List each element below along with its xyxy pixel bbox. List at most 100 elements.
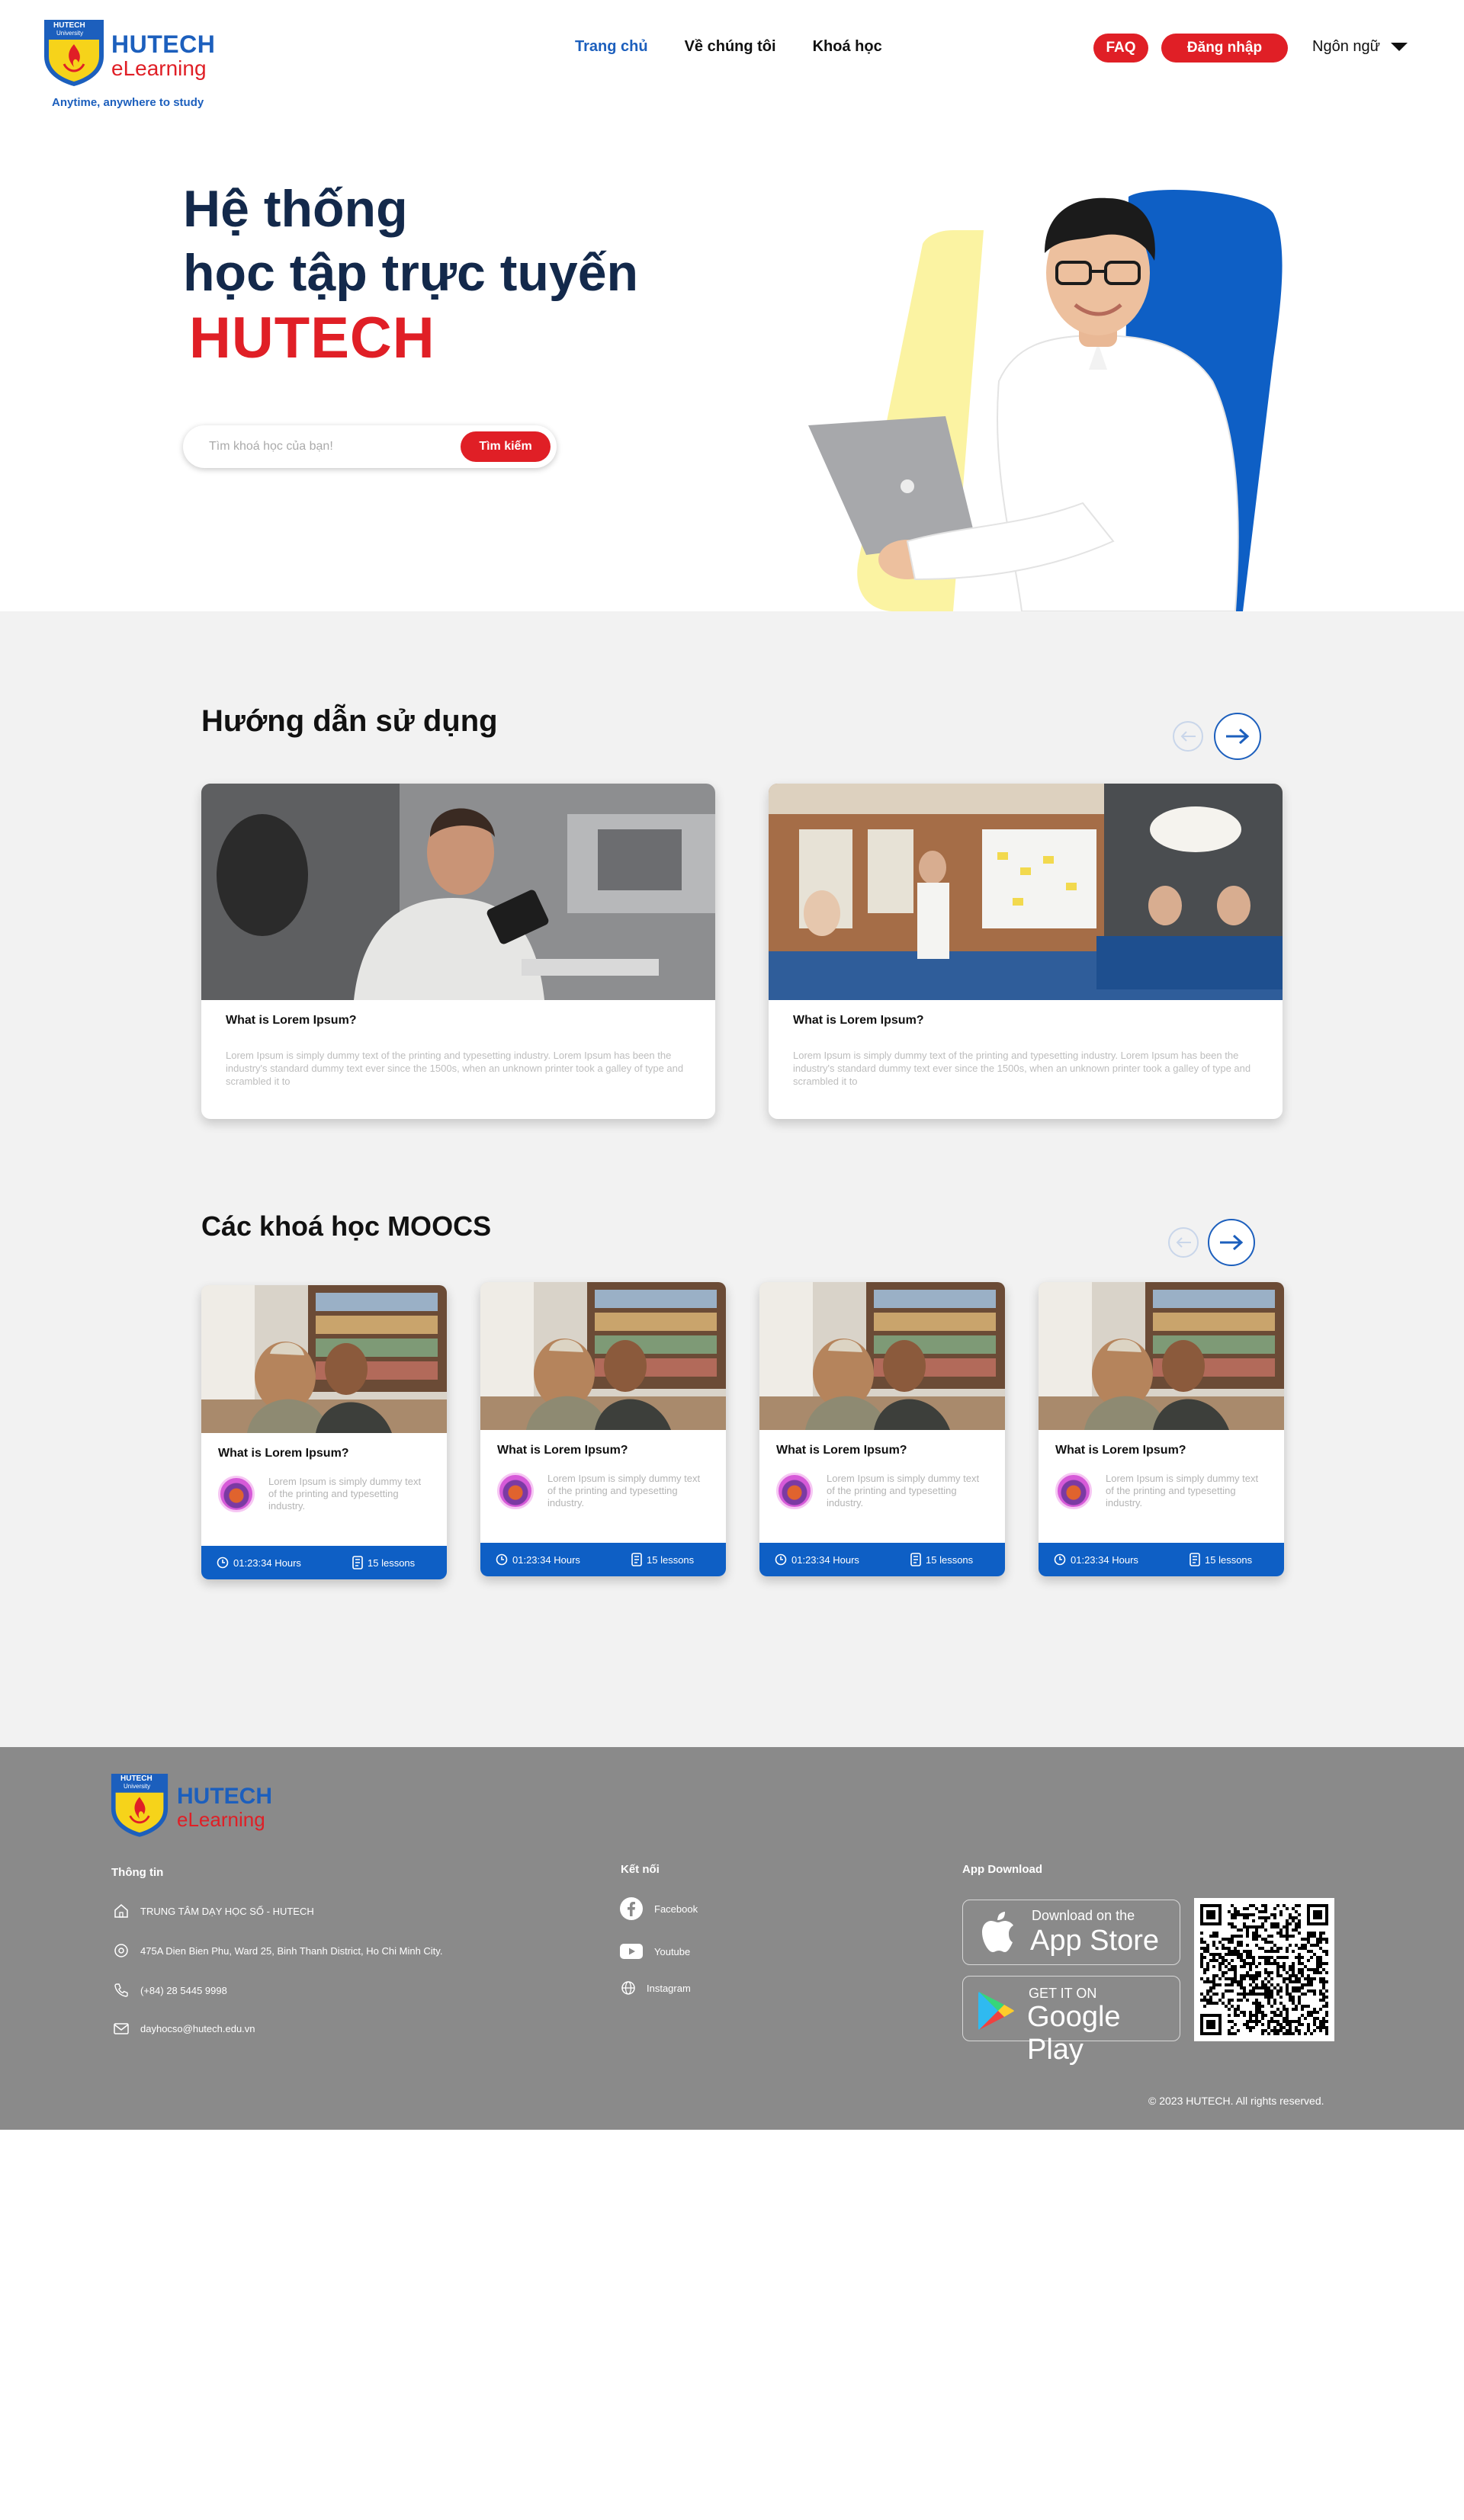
google-play-big-text: Google Play	[1027, 2001, 1121, 2066]
course-card-text: Lorem Ipsum is simply dummy text of the …	[827, 1473, 980, 1508]
course-card-image	[201, 1285, 447, 1433]
login-button[interactable]: Đăng nhập	[1161, 34, 1288, 63]
arrow-right-icon	[1226, 728, 1250, 745]
course-card-text: Lorem Ipsum is simply dummy text of the …	[547, 1473, 701, 1508]
lessons-icon	[1190, 1553, 1200, 1566]
clock-icon	[217, 1557, 229, 1569]
guide-card-image	[201, 784, 715, 1000]
logo-tagline: Anytime, anywhere to study	[52, 96, 204, 109]
footer-info-heading: Thông tin	[111, 1866, 164, 1879]
moocs-prev-button[interactable]	[1168, 1227, 1199, 1258]
course-meta-bar: 01:23:34 Hours 15 lessons	[759, 1543, 1005, 1576]
guide-card-text: Lorem Ipsum is simply dummy text of the …	[793, 1050, 1251, 1087]
footer-logo-badge-line2: University	[124, 1783, 151, 1790]
google-play-button[interactable]: GET IT ON Google Play	[962, 1976, 1180, 2066]
globe-icon	[621, 1981, 635, 1995]
caret-down-icon	[1391, 43, 1408, 51]
course-meta-bar: 01:23:34 Hours 15 lessons	[201, 1546, 447, 1579]
course-duration-text: 01:23:34 Hours	[512, 1553, 580, 1566]
course-card[interactable]: What is Lorem Ipsum? Lorem Ipsum is simp…	[201, 1285, 447, 1579]
hutech-logo[interactable]: HUTECH University HUTECH eLearning Anyti…	[43, 17, 218, 116]
app-store-big-text: App Store	[1030, 1925, 1159, 1957]
logo-hutech-text: HUTECH	[111, 30, 216, 58]
course-duration: 01:23:34 Hours	[1054, 1553, 1138, 1566]
footer-center: TRUNG TÂM DẠY HỌC SỐ - HUTECH	[113, 1903, 314, 1919]
moocs-section-title: Các khoá học MOOCS	[201, 1210, 492, 1242]
guide-card-text: Lorem Ipsum is simply dummy text of the …	[226, 1050, 684, 1087]
hero-student-illustration	[808, 190, 1283, 611]
language-label: Ngôn ngữ	[1312, 38, 1381, 55]
guide-card-image	[769, 784, 1283, 1000]
site-footer: HUTECH University HUTECH eLearning Thông…	[0, 1747, 1464, 2130]
footer-app-heading: App Download	[962, 1863, 1042, 1876]
arrow-left-icon	[1176, 1237, 1191, 1248]
youtube-link[interactable]: Youtube	[619, 1942, 690, 1961]
qr-code-image[interactable]	[1194, 1898, 1334, 2041]
clock-icon	[1054, 1553, 1066, 1566]
hero-title: Hệ thống học tập trực tuyến	[183, 177, 638, 305]
copyright-text: © 2023 HUTECH. All rights reserved.	[1148, 2095, 1324, 2107]
guide-next-button[interactable]	[1214, 713, 1261, 760]
instagram-label: Instagram	[647, 1982, 691, 1994]
instructor-avatar	[218, 1476, 255, 1512]
footer-logo[interactable]: HUTECH University HUTECH eLearning	[110, 1770, 285, 1843]
footer-logo-badge-line1: HUTECH	[120, 1775, 152, 1783]
footer-logo-hutech: HUTECH	[177, 1784, 272, 1809]
footer-phone-text: (+84) 28 5445 9998	[140, 1984, 227, 1996]
course-meta-bar: 01:23:34 Hours 15 lessons	[1039, 1543, 1284, 1576]
course-card[interactable]: What is Lorem Ipsum? Lorem Ipsum is simp…	[1039, 1282, 1284, 1576]
course-duration-text: 01:23:34 Hours	[791, 1553, 859, 1566]
guide-card-title: What is Lorem Ipsum?	[226, 1014, 357, 1027]
course-duration-text: 01:23:34 Hours	[233, 1557, 301, 1569]
footer-logo-elearning: eLearning	[177, 1808, 265, 1831]
course-duration: 01:23:34 Hours	[775, 1553, 859, 1566]
youtube-label: Youtube	[654, 1945, 691, 1957]
instructor-avatar	[497, 1473, 534, 1509]
lessons-icon	[352, 1556, 363, 1569]
guide-card-title: What is Lorem Ipsum?	[793, 1014, 924, 1027]
course-card-title: What is Lorem Ipsum?	[497, 1444, 628, 1457]
course-duration: 01:23:34 Hours	[217, 1557, 301, 1569]
course-lessons: 15 lessons	[631, 1553, 694, 1566]
course-lessons: 15 lessons	[910, 1553, 973, 1566]
arrow-left-icon	[1180, 731, 1196, 742]
instagram-link[interactable]: Instagram	[621, 1980, 691, 1996]
guide-card[interactable]: What is Lorem Ipsum? Lorem Ipsum is simp…	[201, 784, 715, 1119]
faq-button[interactable]: FAQ	[1093, 34, 1148, 63]
home-icon	[114, 1904, 128, 1918]
language-selector[interactable]: Ngôn ngữ	[1312, 38, 1408, 56]
footer-address-text: 475A Dien Bien Phu, Ward 25, Binh Thanh …	[140, 1945, 443, 1957]
guide-prev-button[interactable]	[1173, 721, 1203, 752]
course-search: Tìm kiếm	[183, 425, 557, 468]
course-duration-text: 01:23:34 Hours	[1071, 1553, 1138, 1566]
nav-item-home[interactable]: Trang chủ	[575, 38, 648, 56]
guide-section-title: Hướng dẫn sử dụng	[201, 704, 498, 738]
hero-brand: HUTECH	[189, 306, 435, 370]
instructor-avatar	[776, 1473, 813, 1509]
course-card[interactable]: What is Lorem Ipsum? Lorem Ipsum is simp…	[480, 1282, 726, 1576]
search-button[interactable]: Tìm kiếm	[461, 431, 551, 462]
course-lessons: 15 lessons	[1190, 1553, 1252, 1566]
app-store-small-text: Download on the	[1032, 1908, 1135, 1923]
nav-item-courses[interactable]: Khoá học	[813, 38, 882, 56]
moocs-next-button[interactable]	[1208, 1219, 1255, 1266]
footer-email[interactable]: dayhocso@hutech.edu.vn	[113, 2020, 255, 2037]
location-pin-icon	[114, 1944, 128, 1957]
footer-address: 475A Dien Bien Phu, Ward 25, Binh Thanh …	[113, 1942, 442, 1959]
course-meta-bar: 01:23:34 Hours 15 lessons	[480, 1543, 726, 1576]
course-card-text: Lorem Ipsum is simply dummy text of the …	[268, 1476, 422, 1512]
mail-icon	[114, 2023, 129, 2034]
footer-connect-heading: Kết nối	[621, 1863, 660, 1876]
facebook-link[interactable]: Facebook	[619, 1896, 698, 1921]
guide-card[interactable]: What is Lorem Ipsum? Lorem Ipsum is simp…	[769, 784, 1283, 1119]
google-play-small-text: GET IT ON	[1029, 1986, 1097, 2001]
course-card[interactable]: What is Lorem Ipsum? Lorem Ipsum is simp…	[759, 1282, 1005, 1576]
course-card-image	[759, 1282, 1005, 1430]
app-store-button[interactable]: Download on the App Store	[962, 1900, 1180, 1965]
search-input[interactable]	[209, 436, 422, 457]
course-card-title: What is Lorem Ipsum?	[1055, 1444, 1186, 1457]
nav-item-about[interactable]: Về chúng tôi	[685, 38, 776, 56]
course-card-title: What is Lorem Ipsum?	[776, 1444, 907, 1457]
hero-title-line2: học tập trực tuyến	[183, 244, 639, 302]
clock-icon	[496, 1553, 508, 1566]
